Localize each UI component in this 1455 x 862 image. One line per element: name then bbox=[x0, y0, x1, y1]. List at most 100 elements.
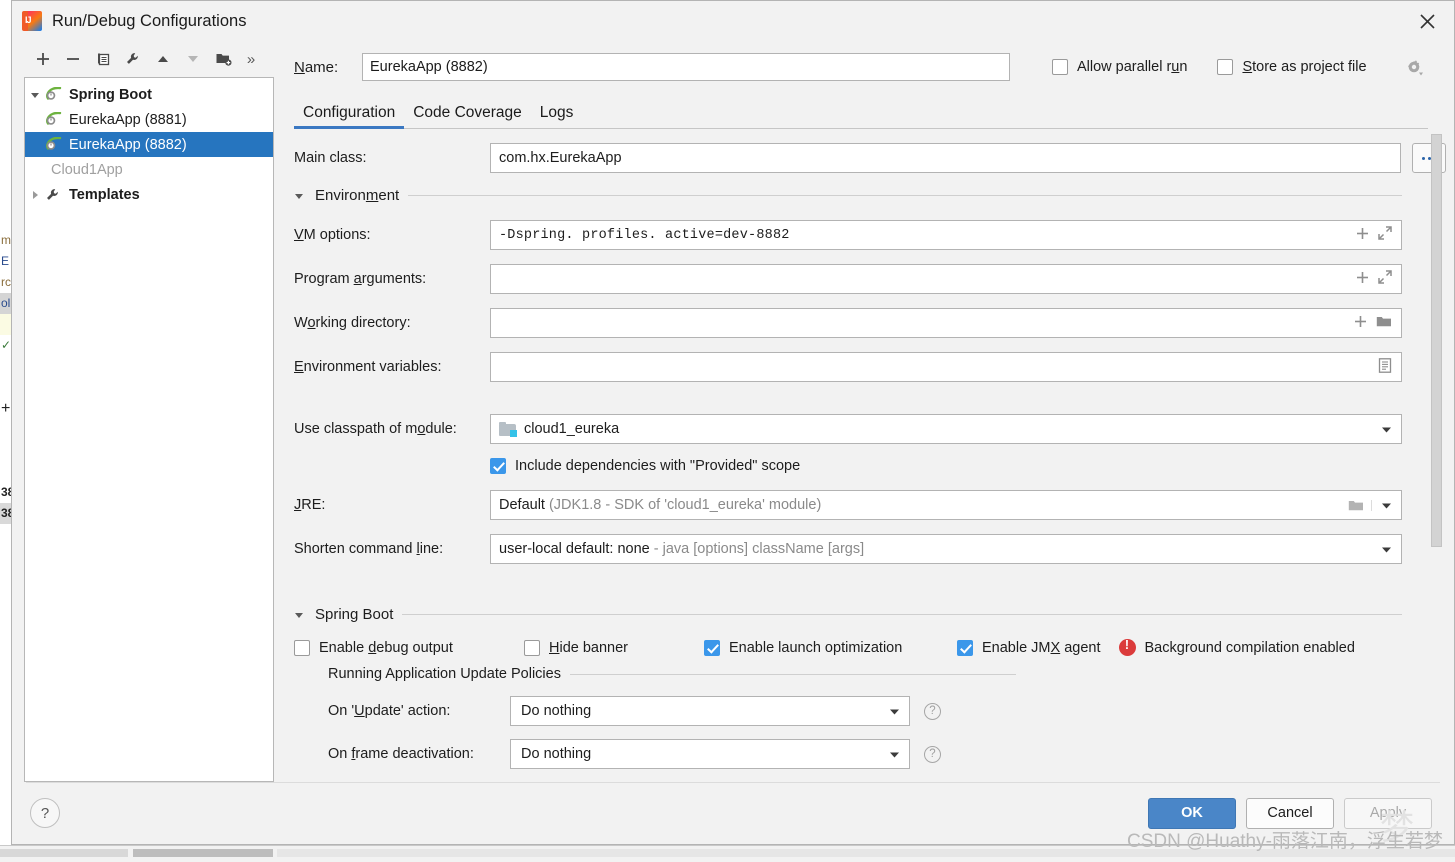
checkbox-box bbox=[490, 458, 506, 474]
copy-icon[interactable] bbox=[89, 45, 117, 73]
section-divider bbox=[569, 673, 1016, 675]
arrow-up-icon[interactable] bbox=[149, 45, 177, 73]
program-arguments-input[interactable] bbox=[490, 264, 1402, 294]
remove-configuration-button[interactable] bbox=[59, 45, 87, 73]
update-policies-label: Running Application Update Policies bbox=[328, 666, 561, 682]
apply-button[interactable]: Apply bbox=[1344, 797, 1432, 829]
document-icon[interactable] bbox=[1378, 357, 1392, 377]
arrow-down-icon[interactable] bbox=[179, 45, 207, 73]
on-update-action-help-icon[interactable]: ? bbox=[924, 702, 941, 720]
on-update-action-value: Do nothing bbox=[521, 703, 592, 719]
main-class-input[interactable]: com.hx.EurekaApp bbox=[490, 143, 1401, 173]
working-directory-input[interactable] bbox=[490, 308, 1402, 338]
wrench-icon bbox=[45, 187, 65, 203]
enable-launch-optimization-checkbox[interactable]: Enable launch optimization bbox=[704, 639, 957, 656]
configuration-detail-panel: Name: EurekaApp (8882) Allow parallel ru… bbox=[280, 41, 1454, 782]
allow-parallel-run-checkbox[interactable]: Allow parallel run bbox=[1052, 59, 1187, 75]
on-update-action-combobox[interactable]: Do nothing bbox=[510, 696, 910, 726]
tab-configuration[interactable]: Configuration bbox=[294, 104, 405, 129]
chevron-right-icon[interactable] bbox=[25, 190, 45, 200]
footer-divider bbox=[26, 782, 1440, 783]
module-icon bbox=[499, 421, 517, 437]
chevron-down-icon[interactable] bbox=[1371, 424, 1401, 435]
folder-add-icon[interactable] bbox=[209, 45, 237, 73]
plus-icon[interactable] bbox=[1356, 227, 1369, 244]
vm-options-label: VM options: bbox=[294, 227, 371, 243]
tree-item-spring-boot[interactable]: Spring Boot bbox=[25, 82, 273, 107]
add-configuration-button[interactable] bbox=[29, 45, 57, 73]
error-circle-icon bbox=[1118, 638, 1136, 656]
dialog-titlebar: IJ Run/Debug Configurations bbox=[12, 1, 1454, 41]
on-update-action-label: On 'Update' action: bbox=[328, 703, 451, 719]
plus-icon[interactable] bbox=[1354, 315, 1367, 332]
tab-logs[interactable]: Logs bbox=[531, 104, 583, 129]
checkbox-box bbox=[1052, 59, 1068, 75]
folder-icon[interactable] bbox=[1376, 315, 1392, 332]
expand-icon[interactable] bbox=[1378, 226, 1392, 244]
jre-combobox[interactable]: Default (JDK1.8 - SDK of 'cloud1_eureka'… bbox=[490, 490, 1402, 520]
close-icon[interactable] bbox=[1406, 4, 1448, 38]
spring-boot-section-header[interactable]: Spring Boot bbox=[294, 606, 1446, 623]
plus-icon[interactable] bbox=[1356, 271, 1369, 288]
include-provided-scope-checkbox[interactable]: Include dependencies with "Provided" sco… bbox=[490, 458, 800, 474]
shorten-command-line-label: Shorten command line: bbox=[294, 541, 444, 557]
classpath-module-label: Use classpath of module: bbox=[294, 421, 457, 437]
tab-code-coverage[interactable]: Code Coverage bbox=[404, 104, 531, 129]
main-class-value: com.hx.EurekaApp bbox=[499, 150, 622, 166]
chevron-down-icon[interactable] bbox=[879, 706, 909, 717]
allow-parallel-run-label: Allow parallel run bbox=[1077, 59, 1188, 75]
on-frame-deactivation-row: On frame deactivation: Do nothing ? bbox=[328, 739, 1446, 769]
help-button[interactable]: ? bbox=[30, 798, 60, 828]
enable-debug-output-checkbox[interactable]: Enable debug output bbox=[294, 639, 524, 656]
shorten-command-line-combobox[interactable]: user-local default: none - java [options… bbox=[490, 534, 1402, 564]
gear-dropdown-icon[interactable] bbox=[1405, 58, 1424, 77]
jre-browse-icon[interactable] bbox=[1341, 499, 1371, 512]
tree-item-label: EurekaApp (8882) bbox=[69, 136, 187, 153]
environment-variables-input[interactable] bbox=[490, 352, 1402, 382]
tree-item-label: Cloud1App bbox=[51, 161, 123, 178]
enable-jmx-agent-checkbox[interactable]: Enable JMX agent bbox=[957, 639, 1101, 656]
enable-launch-optimization-label: Enable launch optimization bbox=[729, 639, 903, 656]
environment-variables-row: Environment variables: bbox=[294, 352, 1446, 382]
program-arguments-label: Program arguments: bbox=[294, 271, 427, 287]
checkbox-box bbox=[704, 639, 720, 656]
cancel-button[interactable]: Cancel bbox=[1246, 797, 1334, 829]
tree-item-cloud1app[interactable]: Cloud1App bbox=[25, 157, 273, 182]
scrollbar-thumb[interactable] bbox=[1431, 134, 1442, 547]
spring-boot-section-label: Spring Boot bbox=[315, 606, 394, 623]
tree-item-label: Spring Boot bbox=[69, 86, 152, 103]
checkbox-box bbox=[294, 639, 310, 656]
vm-options-input[interactable]: -Dspring. profiles. active=dev-8882 bbox=[490, 220, 1402, 250]
content-scrollbar[interactable] bbox=[1431, 131, 1444, 780]
ok-button[interactable]: OK bbox=[1148, 797, 1236, 829]
section-divider bbox=[402, 614, 1402, 615]
name-input[interactable]: EurekaApp (8882) bbox=[362, 53, 1010, 81]
classpath-module-combobox[interactable]: cloud1_eureka bbox=[490, 414, 1402, 444]
main-class-label: Main class: bbox=[294, 150, 367, 166]
chevron-down-icon[interactable] bbox=[879, 749, 909, 760]
chevron-down-icon[interactable] bbox=[1371, 499, 1401, 511]
configurations-tree[interactable]: Spring Boot EurekaApp (8881) EurekaApp (… bbox=[24, 77, 274, 782]
environment-section-header[interactable]: Environment bbox=[294, 187, 1446, 204]
program-arguments-row: Program arguments: bbox=[294, 264, 1446, 294]
hide-banner-checkbox[interactable]: Hide banner bbox=[524, 639, 704, 656]
tree-item-label: EurekaApp (8881) bbox=[69, 111, 187, 128]
chevron-down-icon[interactable] bbox=[294, 191, 306, 201]
tree-item-templates[interactable]: Templates bbox=[25, 182, 273, 207]
on-frame-deactivation-combobox[interactable]: Do nothing bbox=[510, 739, 910, 769]
store-as-project-file-checkbox[interactable]: Store as project file bbox=[1217, 59, 1367, 75]
on-frame-deactivation-help-icon[interactable]: ? bbox=[924, 745, 941, 763]
expand-icon[interactable] bbox=[1378, 270, 1392, 288]
chevron-down-icon[interactable] bbox=[25, 90, 45, 100]
tree-item-eurekaapp-8882[interactable]: EurekaApp (8882) bbox=[25, 132, 273, 157]
jre-label: JRE: bbox=[294, 497, 326, 513]
enable-jmx-agent-label: Enable JMX agent bbox=[982, 639, 1101, 656]
chevron-down-icon[interactable] bbox=[1371, 544, 1401, 555]
tree-item-eurekaapp-8881[interactable]: EurekaApp (8881) bbox=[25, 107, 273, 132]
tree-item-label: Templates bbox=[69, 186, 140, 203]
wrench-icon[interactable] bbox=[119, 45, 147, 73]
chevron-down-icon[interactable] bbox=[294, 610, 306, 620]
run-debug-configurations-dialog: IJ Run/Debug Configurations » Spring Boo… bbox=[11, 0, 1455, 845]
environment-section-label: Environment bbox=[315, 187, 400, 204]
chevron-double-right-icon[interactable]: » bbox=[239, 51, 263, 68]
